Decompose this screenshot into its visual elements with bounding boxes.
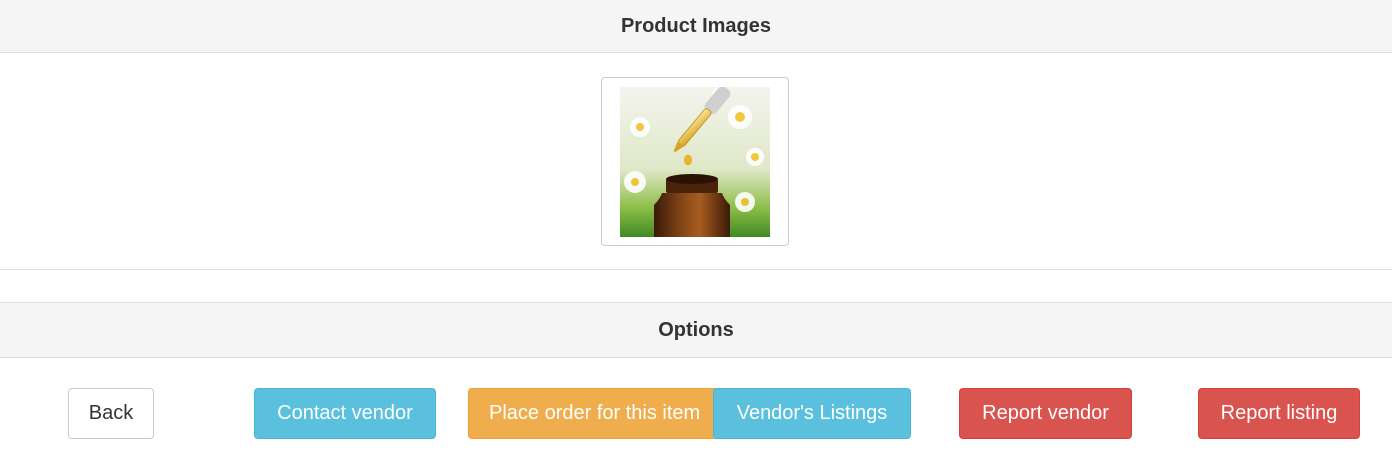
product-images-panel — [0, 53, 1392, 270]
options-heading: Options — [0, 302, 1392, 358]
report-vendor-button[interactable]: Report vendor — [959, 388, 1132, 439]
back-button[interactable]: Back — [68, 388, 154, 439]
product-image-thumbnail[interactable] — [601, 77, 789, 246]
vendor-listings-button[interactable]: Vendor's Listings — [713, 388, 911, 439]
contact-vendor-button[interactable]: Contact vendor — [254, 388, 436, 439]
options-title: Options — [658, 318, 734, 341]
product-images-heading: Product Images — [0, 0, 1392, 53]
product-images-title: Product Images — [620, 14, 772, 37]
product-photo-icon — [620, 87, 770, 237]
report-listing-button[interactable]: Report listing — [1198, 388, 1360, 439]
place-order-button[interactable]: Place order for this item — [468, 388, 728, 439]
